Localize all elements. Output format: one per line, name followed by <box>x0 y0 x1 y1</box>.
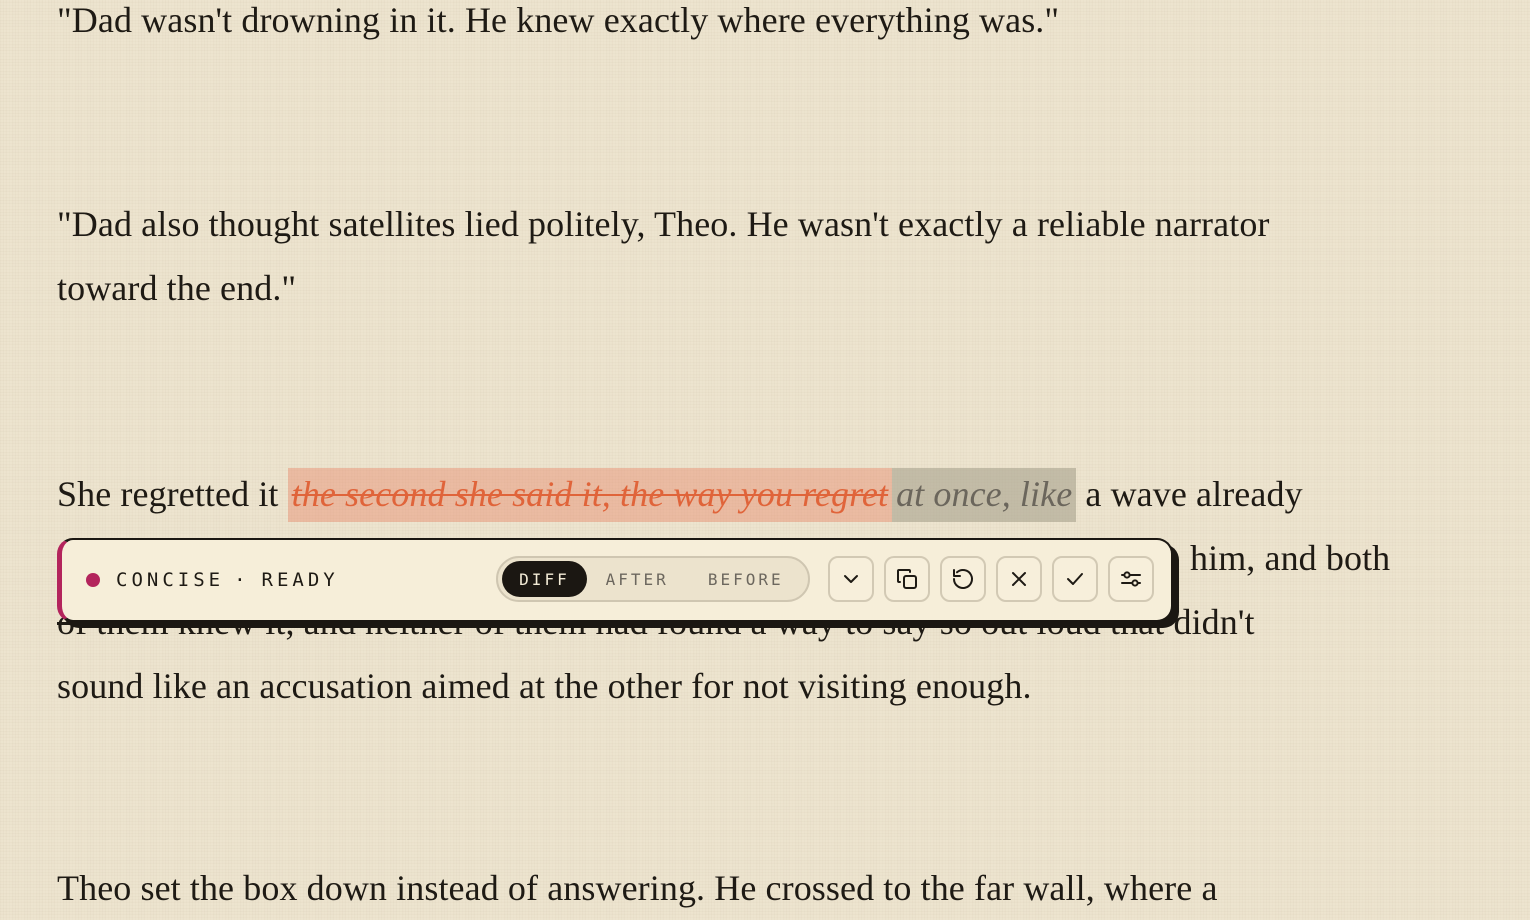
reject-button[interactable] <box>996 556 1042 602</box>
paragraph-2-line-1: "Dad also thought satellites lied polite… <box>57 204 1270 244</box>
status-label: READY <box>261 569 339 591</box>
accept-button[interactable] <box>1052 556 1098 602</box>
rewrite-toolbar: CONCISE · READY DIFF AFTER BEFORE <box>57 538 1173 622</box>
undo-icon <box>953 569 973 589</box>
mode-label: CONCISE <box>116 569 225 591</box>
regenerate-button[interactable] <box>940 556 986 602</box>
expand-button[interactable] <box>828 556 874 602</box>
status-dot <box>86 573 100 587</box>
diff-deleted-text: the second she said it, the way you regr… <box>287 468 893 522</box>
tab-diff[interactable]: DIFF <box>502 561 587 597</box>
view-toggle: DIFF AFTER BEFORE <box>496 556 810 602</box>
copy-button[interactable] <box>884 556 930 602</box>
paragraph-3-prefix: She regretted it <box>57 474 279 514</box>
paragraph-1: "Dad wasn't drowning in it. He knew exac… <box>57 0 1060 40</box>
tab-after[interactable]: AFTER <box>587 561 688 597</box>
paragraph-3-line-4: sound like an accusation aimed at the ot… <box>57 666 1032 706</box>
paragraph-2: "Dad also thought satellites lied polite… <box>57 192 1270 320</box>
rewrite-status: CONCISE · READY <box>86 540 339 620</box>
diff-inserted-text: at once, like <box>892 468 1077 522</box>
paragraph-4: Theo set the box down instead of answeri… <box>57 868 1218 908</box>
paragraph-3-line-1-rest: a wave already <box>1085 474 1303 514</box>
copy-icon <box>897 569 917 589</box>
close-icon <box>1012 572 1026 586</box>
paragraph-3-line-2-end: him, and both <box>1190 538 1391 578</box>
paragraph-2-line-2: toward the end." <box>57 268 297 308</box>
settings-sliders-icon <box>1121 571 1141 587</box>
chevron-down-icon <box>844 575 858 583</box>
status-separator: · <box>234 569 250 591</box>
check-icon <box>1067 573 1083 585</box>
tab-before[interactable]: BEFORE <box>688 561 804 597</box>
options-button[interactable] <box>1108 556 1154 602</box>
